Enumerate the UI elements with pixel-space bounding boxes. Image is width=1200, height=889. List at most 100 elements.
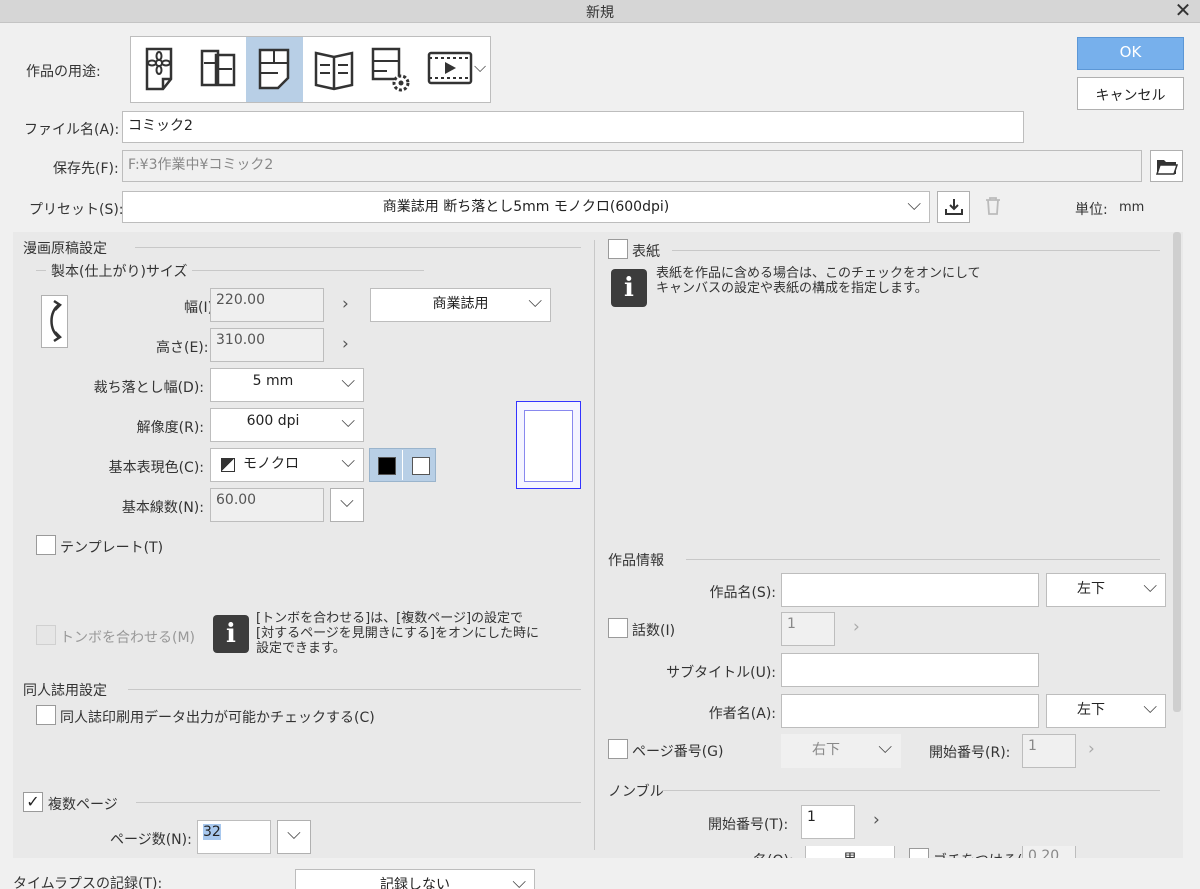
animation-icon[interactable] [417,37,474,102]
save-preset-icon[interactable] [937,191,970,223]
cancel-button[interactable]: キャンセル [1077,77,1184,110]
work-info-section-title: 作品情報 [608,553,664,569]
timelapse-label: タイムラプスの記録(T): [13,876,163,889]
nombre-start-input[interactable]: 1 [801,805,855,839]
resolution-label: 解像度(R): [136,420,204,436]
rotate-icon[interactable] [41,295,68,348]
illustration-icon[interactable] [132,37,189,102]
doujin-check-label: 同人誌印刷用データ出力が可能かチェックする(C) [60,710,375,726]
unit-label: 単位: [1075,202,1108,218]
bleed-label: 裁ち落とし幅(D): [93,380,204,396]
template-label: テンプレート(T) [60,540,164,556]
close-icon[interactable]: ✕ [1172,0,1194,22]
chevron-right-icon[interactable]: › [342,334,349,354]
episode-checkbox[interactable] [608,618,628,638]
tombo-info-line: 設定できます。 [256,641,346,656]
chevron-right-icon[interactable]: › [1088,739,1095,759]
cover-checkbox[interactable] [608,239,628,259]
chevron-down-icon[interactable]: ⌵ [330,488,364,522]
height-label: 高さ(E): [156,340,209,356]
book-icon[interactable] [303,37,360,102]
chevron-down-icon: ⌵ [341,451,355,472]
color-mode-select[interactable]: モノクロ ⌵ [210,448,364,482]
nombre-start-label: 開始番号(T): [708,817,789,833]
bleed-select[interactable]: 5 mm ⌵ [210,368,364,402]
cover-info-line: キャンバスの設定や表紙の構成を指定します。 [656,281,928,296]
bleed-value: 5 mm [252,373,294,389]
chevron-right-icon[interactable]: › [873,810,880,830]
chevron-down-icon[interactable]: ⌵ [474,57,486,77]
color-mode-label: 基本表現色(C): [108,460,204,476]
tombo-label: トンボを合わせる(M) [60,630,196,646]
save-location-label: 保存先(F): [53,161,119,177]
page-count-value: 32 [203,824,221,840]
timelapse-row: タイムラプスの記録(T): 記録しない ⌵ [0,862,1200,889]
doujin-section-title: 同人誌用設定 [23,683,107,699]
scrollbar[interactable] [1173,232,1181,712]
divider [128,689,581,690]
work-title-position-select[interactable]: 左下 ⌵ [1046,573,1166,607]
cover-info-line: 表紙を作品に含める場合は、このチェックをオンにして [656,266,981,281]
author-position-value: 左下 [1077,702,1105,718]
line-count-input[interactable]: 60.00 [210,488,324,522]
nombre-edge-checkbox[interactable] [909,848,929,858]
work-title-label: 作品名(S): [709,585,776,601]
nombre-color-value: 黒 [843,852,857,858]
settings-panel [13,232,1183,858]
work-title-input[interactable] [781,573,1039,607]
height-input[interactable]: 310.00 [210,328,324,362]
resolution-select[interactable]: 600 dpi ⌵ [210,408,364,442]
divider [402,450,403,480]
preset-label: プリセット(S): [29,202,124,218]
trash-icon[interactable] [984,196,1004,218]
ok-button[interactable]: OK [1077,37,1184,70]
folder-icon[interactable] [1150,150,1183,182]
purpose-label: 作品の用途: [26,64,101,80]
author-position-select[interactable]: 左下 ⌵ [1046,694,1166,728]
monochrome-icon [221,458,235,472]
chevron-down-icon: ⌵ [341,371,355,392]
page-number-start-input[interactable]: 1 [1022,734,1076,768]
multipage-label: 複数ページ [48,797,118,813]
comic-icon[interactable] [246,37,303,102]
chevron-right-icon[interactable]: › [853,617,860,637]
black-swatch[interactable] [378,457,396,475]
divider [136,802,581,803]
clipped-row: 名(O): 黒 ゴチをつける(F): 0.20 [0,846,1184,858]
work-title-position-value: 左下 [1077,581,1105,597]
white-swatch[interactable] [412,457,430,475]
filename-input[interactable]: コミック2 [122,111,1024,143]
chevron-right-icon[interactable]: › [342,294,349,314]
timelapse-select[interactable]: 記録しない ⌵ [295,869,535,889]
doujin-checkbox[interactable] [36,705,56,725]
divider [135,247,581,248]
size-preset-select[interactable]: 商業誌用 ⌵ [370,288,551,322]
page-number-position-select[interactable]: 右下 ⌵ [781,734,901,768]
page-number-checkbox[interactable] [608,739,628,759]
unit-value: mm [1119,200,1145,215]
info-icon: i [213,615,249,653]
resolution-value: 600 dpi [246,413,300,429]
author-input[interactable] [781,694,1039,728]
size-preset-value: 商業誌用 [432,296,489,312]
chevron-down-icon: ⌵ [878,737,892,758]
print-settings-icon[interactable] [360,37,417,102]
multipage-checkbox[interactable]: ✓ [23,792,43,812]
subtitle-input[interactable] [781,653,1039,687]
webtoon-icon[interactable] [189,37,246,102]
template-checkbox[interactable] [36,535,56,555]
author-label: 作者名(A): [708,706,776,722]
preset-value: 商業誌用 断ち落とし5mm モノクロ(600dpi) [382,199,670,215]
width-input[interactable]: 220.00 [210,288,324,322]
nombre-color-select[interactable]: 黒 [805,846,895,858]
episode-input[interactable]: 1 [781,612,835,646]
tombo-checkbox[interactable] [36,625,56,645]
page-preview-inner [524,410,573,482]
cover-label: 表紙 [632,244,660,260]
nombre-edge-input[interactable]: 0.20 [1022,846,1076,858]
divider [672,250,1160,251]
preset-select[interactable]: 商業誌用 断ち落とし5mm モノクロ(600dpi) ⌵ [122,191,930,223]
cover-info: 表紙を作品に含める場合は、このチェックをオンにして キャンバスの設定や表紙の構成… [656,266,981,296]
line-count-label: 基本線数(N): [121,500,204,516]
page-number-label: ページ番号(G) [632,744,724,760]
